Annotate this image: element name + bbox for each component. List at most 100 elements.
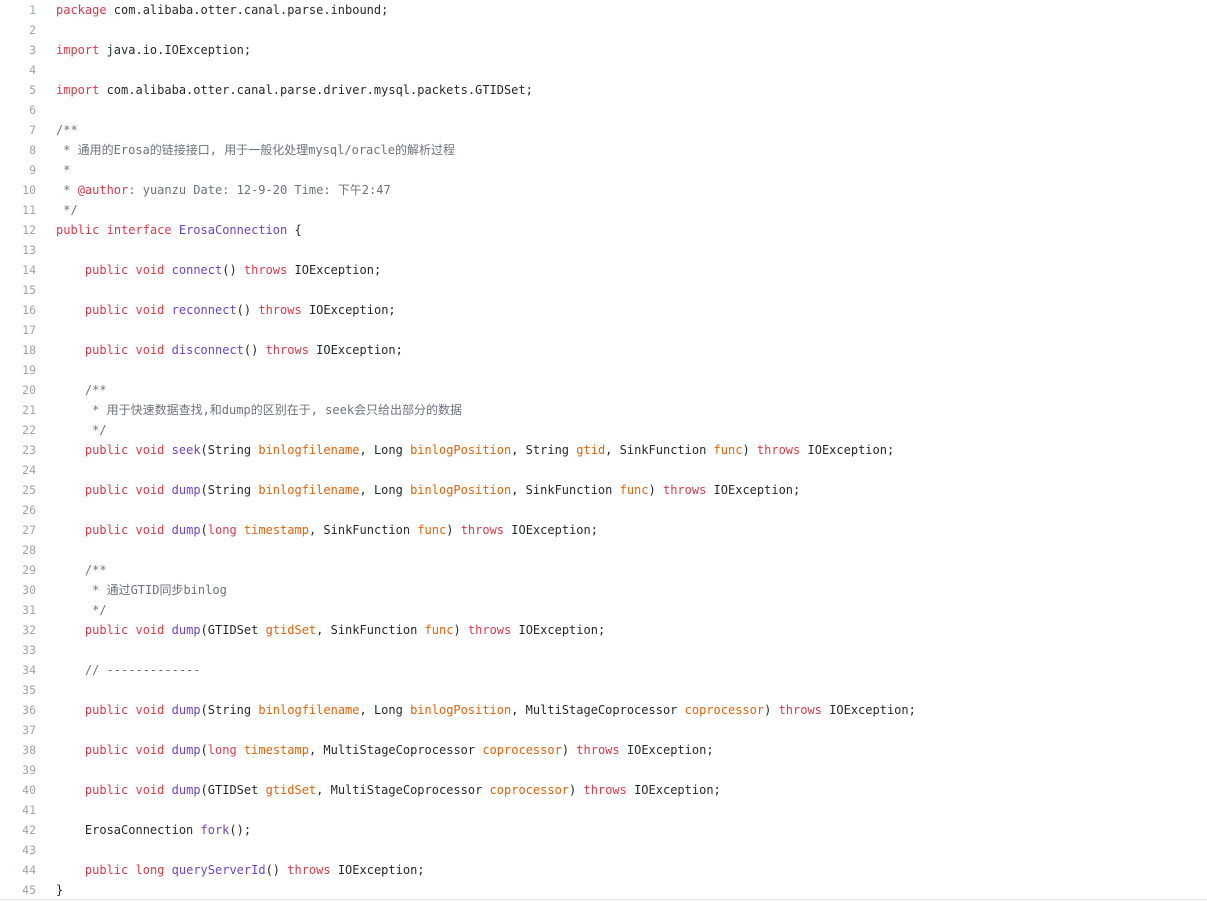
code-token: /** bbox=[84, 383, 107, 397]
line-number[interactable]: 23 bbox=[0, 440, 36, 460]
line-number[interactable]: 12 bbox=[0, 220, 36, 240]
line-number[interactable]: 17 bbox=[0, 320, 36, 340]
code-token: public bbox=[84, 443, 129, 457]
code-token: timestamp bbox=[243, 523, 309, 537]
line-number[interactable]: 13 bbox=[0, 240, 36, 260]
line-number[interactable]: 26 bbox=[0, 500, 36, 520]
code-line: 20 /** bbox=[0, 380, 1207, 400]
line-number[interactable]: 24 bbox=[0, 460, 36, 480]
code-token: dump bbox=[171, 523, 201, 537]
line-number[interactable]: 28 bbox=[0, 540, 36, 560]
code-token: dump bbox=[171, 743, 201, 757]
line-number[interactable]: 8 bbox=[0, 140, 36, 160]
line-number[interactable]: 37 bbox=[0, 720, 36, 740]
code-token: throws bbox=[778, 703, 822, 717]
line-number[interactable]: 43 bbox=[0, 840, 36, 860]
code-token: , String bbox=[511, 443, 577, 457]
code-token: com.alibaba.otter.canal.parse.driver.mys… bbox=[99, 83, 533, 97]
code-token: coprocessor bbox=[482, 743, 562, 757]
code-token: IOException; bbox=[511, 623, 606, 637]
code-line: 45} bbox=[0, 880, 1207, 900]
line-number[interactable]: 9 bbox=[0, 160, 36, 180]
code-text: /** bbox=[56, 120, 78, 140]
code-token: interface bbox=[106, 223, 172, 237]
code-text: public void reconnect() throws IOExcepti… bbox=[56, 300, 396, 320]
code-token: { bbox=[287, 223, 302, 237]
code-token: seek bbox=[171, 443, 201, 457]
code-token: java.io.IOException; bbox=[99, 43, 252, 57]
code-token: * 通用的Erosa的链接接口, 用于一般化处理mysql/oracle的解析过… bbox=[56, 143, 455, 157]
line-number[interactable]: 11 bbox=[0, 200, 36, 220]
line-number[interactable]: 21 bbox=[0, 400, 36, 420]
code-token: public bbox=[84, 303, 129, 317]
line-number[interactable]: 27 bbox=[0, 520, 36, 540]
line-number[interactable]: 1 bbox=[0, 0, 36, 20]
code-token: , SinkFunction bbox=[605, 443, 714, 457]
line-number[interactable]: 14 bbox=[0, 260, 36, 280]
code-token: long bbox=[135, 863, 165, 877]
line-number[interactable]: 45 bbox=[0, 880, 36, 900]
line-number[interactable]: 19 bbox=[0, 360, 36, 380]
code-token: ErosaConnection bbox=[56, 823, 201, 837]
code-token: binlogfilename bbox=[258, 483, 360, 497]
line-number[interactable]: 30 bbox=[0, 580, 36, 600]
line-number[interactable]: 39 bbox=[0, 760, 36, 780]
code-token: binlogfilename bbox=[258, 703, 360, 717]
line-number[interactable]: 25 bbox=[0, 480, 36, 500]
code-text: * bbox=[56, 160, 70, 180]
code-line: 17 bbox=[0, 320, 1207, 340]
code-token: } bbox=[56, 883, 64, 897]
line-number[interactable]: 41 bbox=[0, 800, 36, 820]
code-token: connect bbox=[171, 263, 223, 277]
code-text: } bbox=[56, 880, 63, 900]
line-number[interactable]: 16 bbox=[0, 300, 36, 320]
code-token: public bbox=[84, 263, 129, 277]
line-number[interactable]: 33 bbox=[0, 640, 36, 660]
code-text: ErosaConnection fork(); bbox=[56, 820, 251, 840]
line-number[interactable]: 44 bbox=[0, 860, 36, 880]
code-line: 30 * 通过GTID同步binlog bbox=[0, 580, 1207, 600]
code-line: 9 * bbox=[0, 160, 1207, 180]
code-line: 6 bbox=[0, 100, 1207, 120]
line-number[interactable]: 32 bbox=[0, 620, 36, 640]
code-token: func bbox=[424, 623, 454, 637]
line-number[interactable]: 7 bbox=[0, 120, 36, 140]
code-token: ) bbox=[648, 483, 663, 497]
line-number[interactable]: 18 bbox=[0, 340, 36, 360]
line-number[interactable]: 42 bbox=[0, 820, 36, 840]
code-line: 27 public void dump(long timestamp, Sink… bbox=[0, 520, 1207, 540]
code-token: public bbox=[84, 483, 129, 497]
code-line: 29 /** bbox=[0, 560, 1207, 580]
line-number[interactable]: 34 bbox=[0, 660, 36, 680]
line-number[interactable]: 3 bbox=[0, 40, 36, 60]
code-text: public void dump(String binlogfilename, … bbox=[56, 480, 800, 500]
line-number[interactable]: 36 bbox=[0, 700, 36, 720]
code-line: 11 */ bbox=[0, 200, 1207, 220]
line-number[interactable]: 38 bbox=[0, 740, 36, 760]
line-number[interactable]: 20 bbox=[0, 380, 36, 400]
code-token: func bbox=[713, 443, 743, 457]
line-number[interactable]: 6 bbox=[0, 100, 36, 120]
code-token: * bbox=[56, 183, 78, 197]
code-line: 43 bbox=[0, 840, 1207, 860]
line-number[interactable]: 5 bbox=[0, 80, 36, 100]
line-number[interactable]: 4 bbox=[0, 60, 36, 80]
line-number[interactable]: 40 bbox=[0, 780, 36, 800]
line-number[interactable]: 31 bbox=[0, 600, 36, 620]
code-token: , Long bbox=[359, 703, 411, 717]
line-number[interactable]: 29 bbox=[0, 560, 36, 580]
line-number[interactable]: 10 bbox=[0, 180, 36, 200]
line-number[interactable]: 35 bbox=[0, 680, 36, 700]
line-number[interactable]: 15 bbox=[0, 280, 36, 300]
line-number[interactable]: 22 bbox=[0, 420, 36, 440]
line-number[interactable]: 2 bbox=[0, 20, 36, 40]
